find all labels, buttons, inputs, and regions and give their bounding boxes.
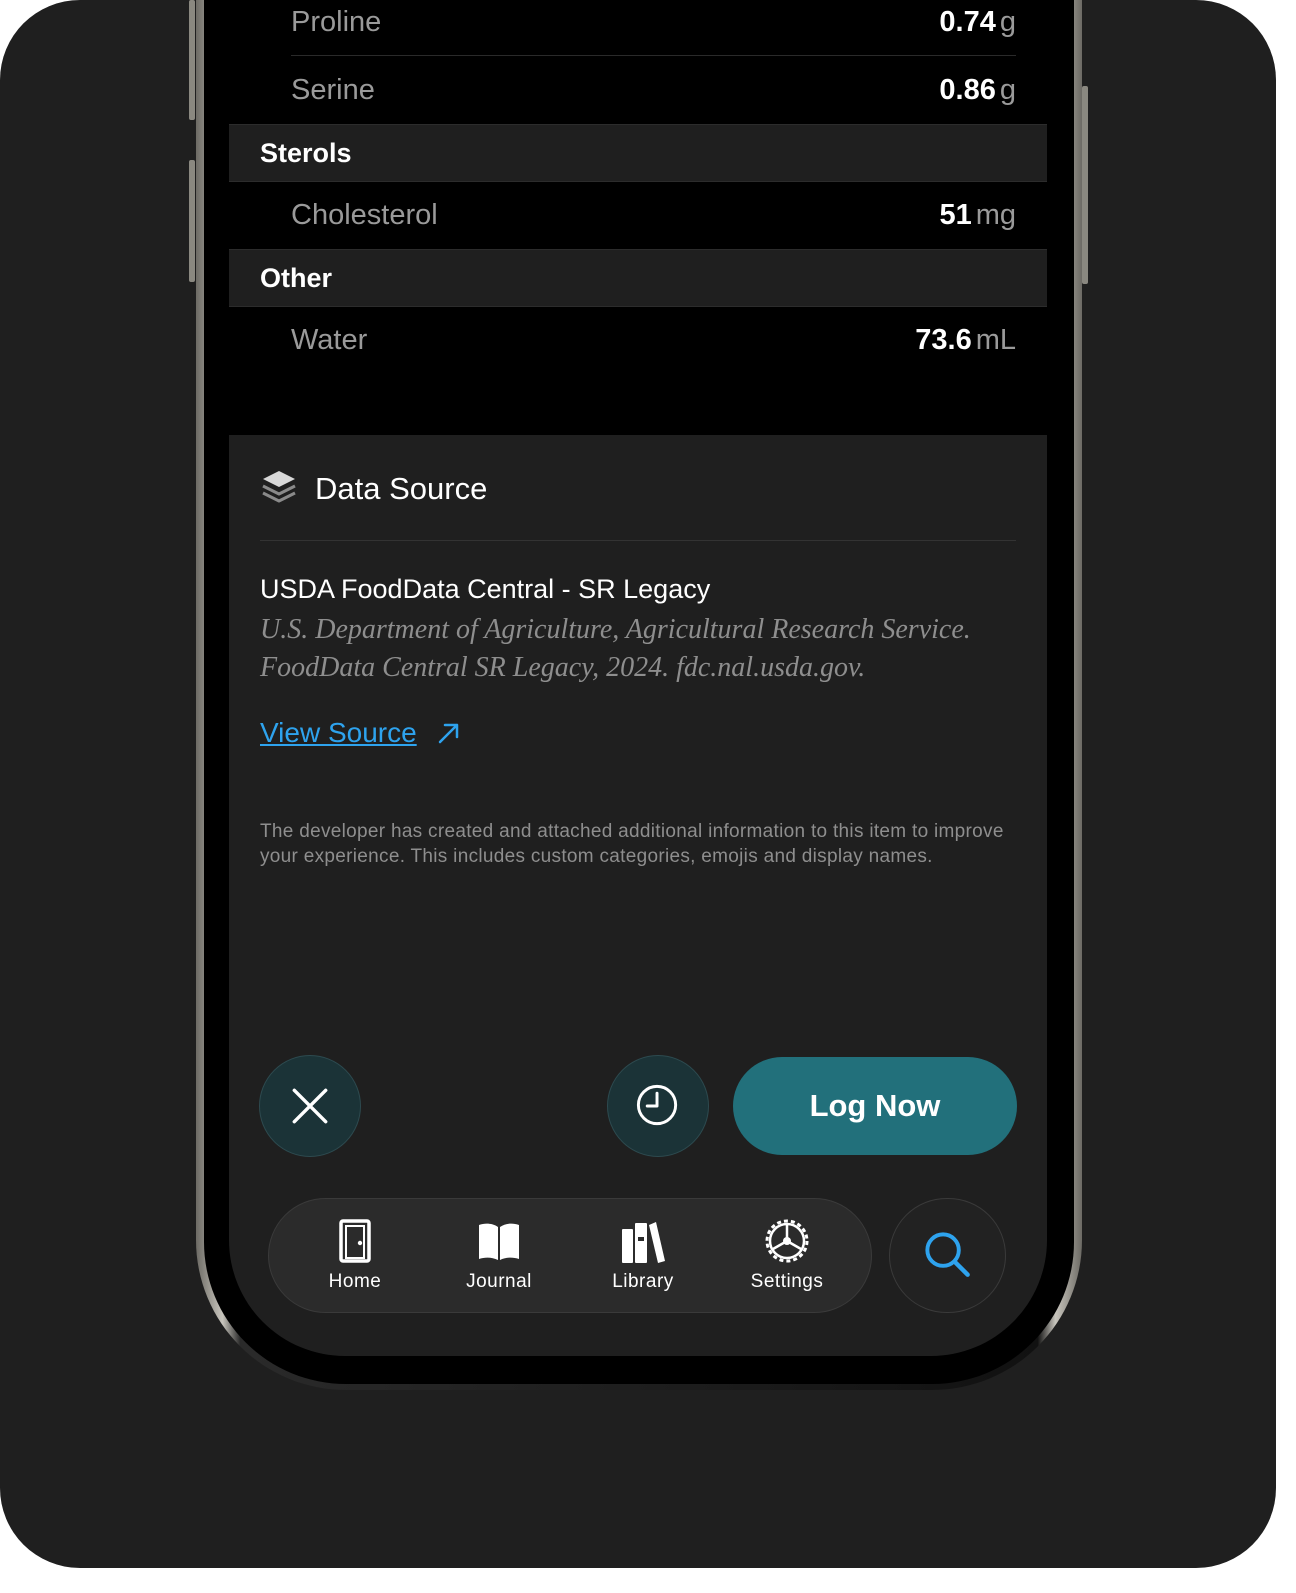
nutrient-value: 73.6 mL [915, 324, 1016, 356]
close-button[interactable] [259, 1055, 361, 1157]
tab-bar: Home Journal Library Settings [268, 1198, 872, 1313]
tab-label: Settings [750, 1271, 824, 1292]
book-icon [479, 1223, 519, 1260]
nutrient-name: Cholesterol [291, 199, 438, 231]
data-source-title: Data Source [315, 471, 488, 506]
side-button-left-1 [189, 0, 195, 120]
phone-screen: Proline 0.74 g Serine 0.86 g Sterols Chole… [229, 0, 1047, 1356]
tab-label: Home [328, 1271, 382, 1292]
door-icon [339, 1219, 371, 1263]
search-button[interactable] [889, 1198, 1006, 1313]
nutrient-name: Water [291, 324, 368, 356]
close-icon [292, 1088, 328, 1124]
data-source-panel: Data Source USDA FoodData Central - SR L… [229, 435, 1047, 1356]
log-now-button[interactable]: Log Now [733, 1057, 1017, 1155]
nutrient-value: 51 mg [939, 199, 1016, 231]
nutrient-name: Serine [291, 74, 375, 106]
side-button-right [1082, 86, 1088, 284]
source-citation: U.S. Department of Agriculture, Agricult… [260, 614, 971, 683]
nutrient-name: Proline [291, 6, 382, 38]
log-later-button[interactable] [607, 1055, 709, 1157]
clock-icon [636, 1084, 678, 1126]
nutrient-row-proline: Proline 0.74 g [229, 0, 1047, 56]
source-name: USDA FoodData Central - SR Legacy [260, 574, 711, 604]
view-source-link[interactable]: View Source [260, 713, 417, 753]
external-link-icon[interactable] [436, 720, 462, 746]
nutrient-value: 0.86 g [939, 74, 1016, 106]
section-title: Other [260, 263, 333, 293]
side-button-left-2 [189, 160, 195, 282]
section-header-other: Other [229, 249, 1047, 307]
section-header-sterols: Sterols [229, 124, 1047, 182]
tab-label: Library [612, 1271, 674, 1292]
section-title: Sterols [260, 138, 352, 168]
nutrient-row-water: Water 73.6 mL [229, 307, 1047, 374]
tab-library[interactable]: Library [578, 1199, 708, 1314]
tab-label: Journal [466, 1271, 532, 1292]
nutrient-row-serine: Serine 0.86 g [229, 57, 1047, 124]
device-frame-background: Proline 0.74 g Serine 0.86 g Sterols Chole… [0, 0, 1276, 1568]
developer-disclaimer: The developer has created and attached a… [260, 821, 1004, 867]
gear-icon [765, 1219, 809, 1263]
row-divider [291, 55, 1016, 56]
search-icon [925, 1232, 970, 1277]
tab-journal[interactable]: Journal [434, 1199, 564, 1314]
divider [260, 540, 1016, 541]
tab-settings[interactable]: Settings [722, 1199, 852, 1314]
layers-icon [262, 471, 296, 503]
nutrient-row-cholesterol: Cholesterol 51 mg [229, 182, 1047, 249]
nutrient-value: 0.74 g [939, 6, 1016, 38]
tab-home[interactable]: Home [290, 1199, 420, 1314]
books-icon [622, 1222, 665, 1263]
